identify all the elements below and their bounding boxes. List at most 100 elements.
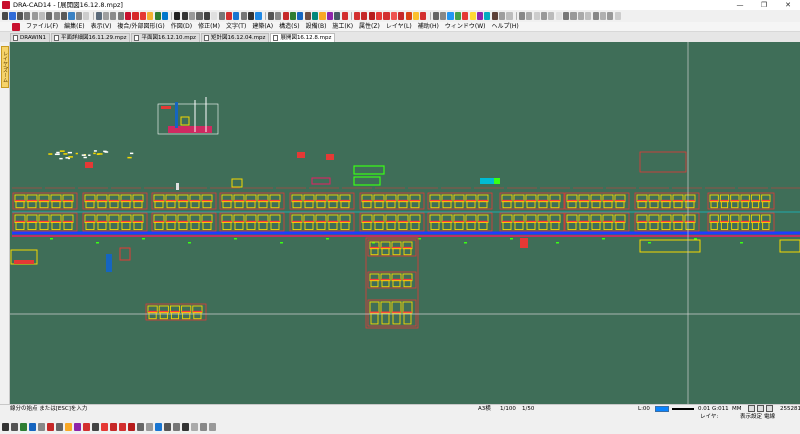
- toolbar-tool-icon[interactable]: [304, 12, 311, 20]
- toolbar-tool-icon[interactable]: [540, 12, 548, 20]
- bottom-tool-icon[interactable]: [110, 423, 117, 431]
- toolbar-tool-icon[interactable]: [353, 12, 361, 20]
- toolbar-tool-icon[interactable]: [196, 12, 203, 20]
- bottom-tool-icon[interactable]: [83, 423, 90, 431]
- document-tab[interactable]: 矩計図16.12.04.mpz: [200, 33, 270, 42]
- line-type-sample[interactable]: [672, 408, 694, 410]
- menu-item[interactable]: 建築(A): [249, 22, 276, 32]
- bottom-tool-icon[interactable]: [128, 423, 135, 431]
- toolbar-tool-icon[interactable]: [592, 12, 599, 20]
- toolbar-tool-icon[interactable]: [117, 12, 124, 20]
- toolbar-tool-icon[interactable]: [248, 12, 255, 20]
- toolbar-tool-icon[interactable]: [312, 12, 319, 20]
- toolbar-tool-icon[interactable]: [61, 12, 68, 20]
- lock-icon[interactable]: [748, 405, 755, 412]
- grid-setting[interactable]: G:011: [712, 406, 729, 412]
- toolbar-tool-icon[interactable]: [16, 12, 23, 20]
- bottom-tool-icon[interactable]: [209, 423, 216, 431]
- bottom-tool-icon[interactable]: [29, 423, 36, 431]
- toolbar-tool-icon[interactable]: [267, 12, 274, 20]
- toolbar-tool-icon[interactable]: [440, 12, 447, 20]
- bottom-tool-icon[interactable]: [191, 423, 198, 431]
- toolbar-tool-icon[interactable]: [233, 12, 240, 20]
- toolbar-tool-icon[interactable]: [68, 12, 75, 20]
- close-button[interactable]: ✕: [776, 0, 800, 10]
- bottom-tool-icon[interactable]: [11, 423, 18, 431]
- bottom-tool-icon[interactable]: [2, 423, 9, 431]
- toolbar-tool-icon[interactable]: [491, 12, 498, 20]
- toolbar-tool-icon[interactable]: [211, 12, 218, 20]
- toolbar-tool-icon[interactable]: [469, 12, 476, 20]
- toolbar-tool-icon[interactable]: [9, 12, 16, 20]
- toolbar-tool-icon[interactable]: [607, 12, 614, 20]
- bottom-tool-icon[interactable]: [200, 423, 207, 431]
- scale-primary[interactable]: 1/100: [500, 406, 516, 412]
- menu-item[interactable]: 複合/外部図形(G): [114, 22, 167, 32]
- toolbar-tool-icon[interactable]: [614, 12, 621, 20]
- bottom-tool-icon[interactable]: [119, 423, 126, 431]
- toolbar-tool-icon[interactable]: [225, 12, 233, 20]
- menu-item[interactable]: 属性(Z): [356, 22, 383, 32]
- toolbar-tool-icon[interactable]: [368, 12, 375, 20]
- toolbar-tool-icon[interactable]: [147, 12, 154, 20]
- paper-size[interactable]: A3横: [478, 406, 491, 412]
- bottom-tool-icon[interactable]: [20, 423, 27, 431]
- toolbar-tool-icon[interactable]: [319, 12, 326, 20]
- toolbar-tool-icon[interactable]: [102, 12, 110, 20]
- document-tab[interactable]: 平面詳細図16.11.29.mpz: [50, 33, 131, 42]
- menu-item[interactable]: 作図(D): [168, 22, 195, 32]
- document-tab[interactable]: 平面図16.12.10.mpz: [131, 33, 200, 42]
- toolbar-tool-icon[interactable]: [462, 12, 469, 20]
- toolbar-tool-icon[interactable]: [297, 12, 304, 20]
- toolbar-tool-icon[interactable]: [405, 12, 412, 20]
- toolbar-tool-icon[interactable]: [2, 12, 9, 20]
- toolbar-tool-icon[interactable]: [46, 12, 53, 20]
- toolbar-tool-icon[interactable]: [376, 12, 383, 20]
- menu-item[interactable]: 施工(K): [329, 22, 356, 32]
- bottom-tool-icon[interactable]: [137, 423, 144, 431]
- toolbar-tool-icon[interactable]: [132, 12, 139, 20]
- menu-item[interactable]: ウィンドウ(W): [442, 22, 489, 32]
- toolbar-tool-icon[interactable]: [506, 12, 513, 20]
- menu-item[interactable]: レイヤ(L): [383, 22, 415, 32]
- toolbar-tool-icon[interactable]: [383, 12, 390, 20]
- toolbar-tool-icon[interactable]: [518, 12, 525, 20]
- layer-color-swatch[interactable]: [655, 406, 669, 412]
- minimize-button[interactable]: —: [728, 0, 752, 10]
- toolbar-tool-icon[interactable]: [83, 12, 90, 20]
- toolbar-tool-icon[interactable]: [161, 12, 169, 20]
- toolbar-tool-icon[interactable]: [341, 12, 348, 20]
- menu-item[interactable]: 補助(H): [415, 22, 442, 32]
- toolbar-tool-icon[interactable]: [275, 12, 282, 20]
- toolbar-tool-icon[interactable]: [174, 12, 181, 20]
- toolbar-tool-icon[interactable]: [38, 12, 46, 20]
- bottom-tool-icon[interactable]: [182, 423, 189, 431]
- toolbar-tool-icon[interactable]: [499, 12, 506, 20]
- document-tab[interactable]: DRAWIN1: [10, 33, 50, 42]
- toolbar-tool-icon[interactable]: [577, 12, 584, 20]
- toolbar-tool-icon[interactable]: [570, 12, 577, 20]
- toolbar-tool-icon[interactable]: [218, 12, 225, 20]
- toolbar-tool-icon[interactable]: [334, 12, 341, 20]
- menu-item[interactable]: ファイル(F): [23, 22, 61, 32]
- unit-setting[interactable]: MM: [732, 406, 742, 412]
- toolbar-tool-icon[interactable]: [526, 12, 533, 20]
- drawing-canvas[interactable]: [10, 42, 800, 404]
- menu-item[interactable]: 文字(T): [223, 22, 249, 32]
- toolbar-tool-icon[interactable]: [139, 12, 146, 20]
- toolbar-tool-icon[interactable]: [484, 12, 491, 20]
- toolbar-tool-icon[interactable]: [53, 12, 60, 20]
- bottom-tool-icon[interactable]: [74, 423, 81, 431]
- toolbar-tool-icon[interactable]: [555, 12, 562, 20]
- drawing-svg[interactable]: [10, 42, 800, 404]
- bottom-tool-icon[interactable]: [65, 423, 72, 431]
- toolbar-tool-icon[interactable]: [289, 12, 297, 20]
- ortho-icon[interactable]: [766, 405, 773, 412]
- toolbar-tool-icon[interactable]: [125, 12, 132, 20]
- bottom-tool-icon[interactable]: [47, 423, 54, 431]
- bottom-tool-icon[interactable]: [155, 423, 162, 431]
- toolbar-tool-icon[interactable]: [599, 12, 607, 20]
- toolbar-tool-icon[interactable]: [154, 12, 161, 20]
- toolbar-tool-icon[interactable]: [110, 12, 117, 20]
- toolbar-tool-icon[interactable]: [203, 12, 210, 20]
